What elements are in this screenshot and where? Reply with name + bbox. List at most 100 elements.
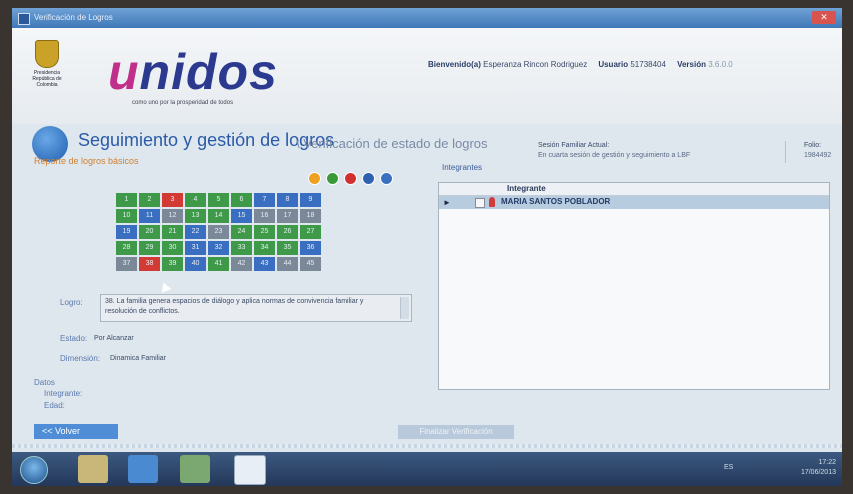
logro-cell[interactable]: 19 [116, 225, 137, 239]
welcome-label: Bienvenido(a) [428, 60, 481, 69]
logro-cell[interactable]: 33 [231, 241, 252, 255]
logro-textarea[interactable]: 38. La familia genera espacios de diálog… [100, 294, 412, 322]
version-value: 3.6.0.0 [708, 60, 733, 69]
sesion-value: En cuarta sesión de gestión y seguimient… [538, 152, 691, 159]
dimension-label: Dimensión: [60, 354, 101, 363]
logro-cell[interactable]: 12 [162, 209, 183, 223]
status-circle-icon[interactable] [362, 172, 375, 185]
status-filter-circles [308, 172, 393, 185]
divider [785, 141, 786, 163]
logros-grid: 1 2 3 4 5 6 7 8 9 10 11 12 13 14 15 16 17 18 19 20 21 22 23 24 2… [116, 193, 321, 271]
logro-cell[interactable]: 26 [277, 225, 298, 239]
volver-button[interactable]: << Volver [34, 424, 118, 439]
logro-cell[interactable]: 24 [231, 225, 252, 239]
logro-cell[interactable]: 15 [231, 209, 252, 223]
status-circle-icon[interactable] [308, 172, 321, 185]
taskbar: ES 17:22 17/06/2013 [12, 452, 842, 486]
logro-cell[interactable]: 39 [162, 257, 183, 271]
logro-cell[interactable]: 42 [231, 257, 252, 271]
dimension-value: Dinamica Familiar [110, 355, 167, 362]
integrantes-label: Integrantes [442, 163, 483, 172]
logro-cell[interactable]: 37 [116, 257, 137, 271]
logro-cell[interactable]: 44 [277, 257, 298, 271]
row-checkbox[interactable] [475, 198, 485, 208]
crest-caption: Presidencia República de Colombia [32, 70, 62, 88]
table-header: Integrante [439, 183, 829, 196]
logro-cell[interactable]: 14 [208, 209, 229, 223]
system-clock[interactable]: 17:22 17/06/2013 [801, 458, 836, 478]
language-indicator[interactable]: ES [724, 464, 733, 471]
status-circle-icon[interactable] [326, 172, 339, 185]
logro-cell[interactable]: 3 [162, 193, 183, 207]
logro-cell[interactable]: 7 [254, 193, 275, 207]
logro-cell[interactable]: 35 [277, 241, 298, 255]
logro-cell[interactable]: 13 [185, 209, 206, 223]
person-icon [489, 197, 495, 207]
footer-pattern [12, 444, 842, 448]
internet-explorer-icon[interactable] [128, 455, 158, 483]
mouse-cursor-icon [158, 280, 172, 293]
logro-cell[interactable]: 16 [254, 209, 275, 223]
folio-value: 1984492 [804, 152, 832, 159]
logro-cell[interactable]: 23 [208, 225, 229, 239]
integrante-name: MARIA SANTOS POBLADOR [501, 197, 611, 206]
welcome-info: Bienvenido(a) Esperanza Rincon Rodriguez… [428, 60, 733, 69]
app-window: Verificación de Logros ✕ Presidencia Rep… [12, 8, 842, 486]
logro-cell[interactable]: 27 [300, 225, 321, 239]
welcome-name: Esperanza Rincon Rodriguez [483, 60, 588, 69]
logro-cell[interactable]: 45 [300, 257, 321, 271]
status-circle-icon[interactable] [344, 172, 357, 185]
integrantes-table: Integrante ► MARIA SANTOS POBLADOR [438, 182, 830, 390]
logro-cell[interactable]: 4 [185, 193, 206, 207]
logro-cell[interactable]: 28 [116, 241, 137, 255]
logro-cell[interactable]: 30 [162, 241, 183, 255]
logro-cell[interactable]: 20 [139, 225, 160, 239]
logro-cell[interactable]: 40 [185, 257, 206, 271]
logo-slogan: como uno por la prosperidad de todos [132, 100, 234, 106]
logro-cell[interactable]: 22 [185, 225, 206, 239]
logro-cell[interactable]: 2 [139, 193, 160, 207]
integrante-label: Integrante: [44, 389, 83, 398]
logro-cell[interactable]: 8 [277, 193, 298, 207]
status-circle-icon[interactable] [380, 172, 393, 185]
start-button[interactable] [20, 456, 48, 484]
logro-cell[interactable]: 34 [254, 241, 275, 255]
logro-cell[interactable]: 18 [300, 209, 321, 223]
logro-cell[interactable]: 31 [185, 241, 206, 255]
logro-cell[interactable]: 10 [116, 209, 137, 223]
presidencia-crest: Presidencia República de Colombia [26, 40, 68, 100]
logro-cell[interactable]: 36 [300, 241, 321, 255]
logro-cell[interactable]: 25 [254, 225, 275, 239]
logro-scrollbar[interactable] [400, 297, 409, 319]
logro-cell[interactable]: 6 [231, 193, 252, 207]
logro-cell[interactable]: 41 [208, 257, 229, 271]
crest-icon [35, 40, 59, 68]
logro-cell[interactable]: 9 [300, 193, 321, 207]
logro-cell[interactable]: 5 [208, 193, 229, 207]
logro-cell[interactable]: 32 [208, 241, 229, 255]
logro-cell[interactable]: 29 [139, 241, 160, 255]
logro-cell[interactable]: 17 [277, 209, 298, 223]
report-title: Reporte de logros básicos [34, 156, 139, 166]
datos-label: Datos [34, 378, 55, 387]
page-subtitle: \ Verificación de estado de logros [296, 136, 488, 151]
edad-label: Edad: [44, 401, 65, 410]
logro-cell[interactable]: 11 [139, 209, 160, 223]
logro-label: Logro: [60, 298, 83, 307]
version-label: Versión [677, 60, 706, 69]
logro-cell[interactable]: 1 [116, 193, 137, 207]
table-row[interactable]: ► MARIA SANTOS POBLADOR [439, 196, 829, 209]
unidos-app-taskbar-icon[interactable] [234, 455, 266, 485]
excel-icon[interactable] [180, 455, 210, 483]
estado-value: Por Alcanzar [94, 335, 134, 342]
close-button[interactable]: ✕ [812, 11, 836, 24]
file-explorer-icon[interactable] [78, 455, 108, 483]
finalizar-verificacion-button[interactable]: Finalizar Verificación [398, 425, 514, 439]
clock-date: 17/06/2013 [800, 469, 836, 476]
clock-time: 17:22 [818, 459, 836, 466]
logro-cell[interactable]: 21 [162, 225, 183, 239]
logro-cell[interactable]: 43 [254, 257, 275, 271]
folio-label: Folio: [804, 142, 822, 149]
row-selector-icon: ► [443, 198, 451, 207]
logro-cell[interactable]: 38 [139, 257, 160, 271]
